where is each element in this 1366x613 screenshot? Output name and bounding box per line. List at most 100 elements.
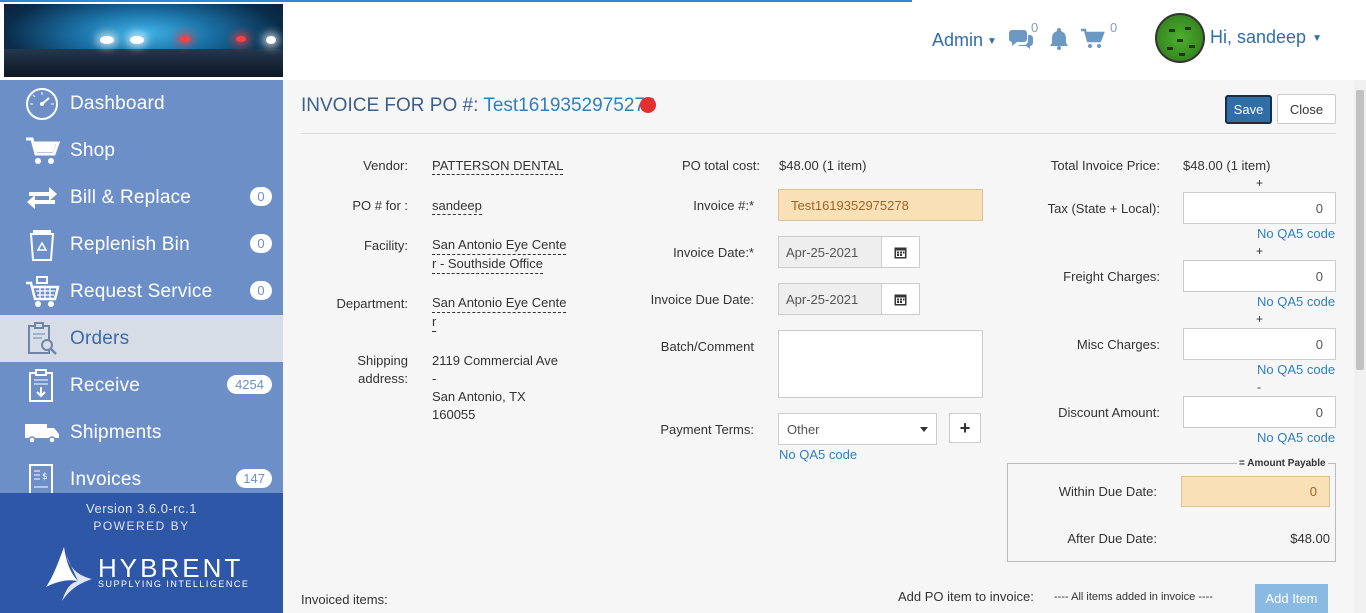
payment-terms-select[interactable]: Other [778, 413, 937, 445]
sidebar-footer: Version 3.6.0-rc.1 POWERED BY HYBRENT SU… [0, 493, 283, 613]
freight-charges-label: Freight Charges: [1063, 269, 1160, 284]
batch-comment-textarea[interactable] [778, 330, 983, 398]
after-due-date-label: After Due Date: [1067, 531, 1157, 546]
invoiced-items-label: Invoiced items: [301, 592, 388, 607]
calendar-icon[interactable] [881, 236, 920, 268]
sidebar-item-label: Orders [70, 327, 130, 349]
sidebar-item-label: Bill & Replace [70, 186, 192, 208]
shipping-label-line-1: Shipping [357, 353, 408, 368]
after-due-date-value: $48.00 [1290, 531, 1330, 546]
dashboard-icon [22, 84, 62, 124]
divider [301, 133, 1336, 134]
total-invoice-price-label: Total Invoice Price: [1050, 158, 1160, 173]
avatar[interactable] [1155, 13, 1205, 63]
plus-operator: + [1256, 312, 1264, 326]
user-menu-dropdown[interactable]: Hi, sandeep ▼ [1210, 27, 1322, 48]
po-total-value: $48.00 (1 item) [779, 158, 867, 173]
invoice-due-date-input[interactable]: Apr-25-2021 [778, 283, 882, 315]
header-banner-image [4, 4, 283, 77]
sidebar-item-shop[interactable]: Shop [0, 127, 283, 174]
loading-progress-bar [0, 0, 912, 2]
department-line-2: r [432, 313, 437, 332]
admin-menu-dropdown[interactable]: Admin ▼ [932, 30, 997, 51]
page-scrollbar[interactable] [1354, 80, 1366, 613]
cart-icon[interactable] [1080, 28, 1106, 50]
facility-line-2: r - Southside Office [432, 255, 544, 274]
admin-menu-label: Admin [932, 30, 984, 50]
po-number-link[interactable]: Test1619352975278 [483, 95, 655, 116]
sidebar: Dashboard Shop Bill & Replace 0 Replenis… [0, 80, 283, 493]
facility-line-1: San Antonio Eye Cente [432, 236, 567, 255]
chevron-down-icon: ▼ [987, 35, 997, 47]
sidebar-item-dashboard[interactable]: Dashboard [0, 80, 283, 127]
add-payment-term-button[interactable]: + [949, 413, 981, 443]
sidebar-item-label: Shop [70, 139, 116, 161]
sidebar-item-label: Invoices [70, 468, 142, 490]
receive-icon [22, 366, 62, 406]
save-button[interactable]: Save [1225, 95, 1272, 124]
department-value[interactable]: San Antonio Eye Cente r [432, 294, 572, 332]
sidebar-badge: 0 [250, 234, 272, 253]
shipping-line-3: San Antonio, TX [432, 389, 526, 404]
sidebar-item-label: Replenish Bin [70, 233, 190, 255]
freight-charges-input[interactable]: 0 [1183, 260, 1336, 292]
powered-by-text: POWERED BY [93, 519, 190, 533]
sidebar-item-replenish-bin[interactable]: Replenish Bin 0 [0, 221, 283, 268]
invoice-number-label: Invoice #:* [693, 198, 754, 213]
shipping-line-2: - [432, 371, 437, 386]
facility-label: Facility: [363, 238, 408, 253]
payment-qa5-link[interactable]: No QA5 code [779, 447, 857, 462]
svg-text:$: $ [42, 472, 48, 482]
close-button[interactable]: Close [1277, 94, 1336, 124]
sidebar-item-orders[interactable]: Orders [0, 315, 283, 362]
cart-count: 0 [1110, 20, 1118, 35]
invoice-number-input[interactable]: Test1619352975278 [778, 189, 983, 221]
tax-input[interactable]: 0 [1183, 192, 1336, 224]
invoice-icon: $ [22, 460, 62, 493]
po-item-select[interactable]: ---- All items added in invoice ---- [1054, 591, 1213, 603]
sidebar-item-label: Dashboard [70, 92, 165, 114]
recycle-bin-icon [22, 225, 62, 265]
bell-icon[interactable] [1047, 26, 1071, 50]
sidebar-item-receive[interactable]: Receive 4254 [0, 362, 283, 409]
calendar-icon[interactable] [881, 283, 920, 315]
plus-operator: + [1256, 244, 1264, 258]
within-due-date-label: Within Due Date: [1058, 484, 1157, 499]
misc-qa5-link[interactable]: No QA5 code [1257, 362, 1335, 377]
sidebar-item-invoices[interactable]: $ Invoices 147 [0, 456, 283, 493]
facility-value[interactable]: San Antonio Eye Cente r - Southside Offi… [432, 236, 572, 274]
chevron-down-icon: ▼ [1312, 32, 1322, 44]
discount-amount-input[interactable]: 0 [1183, 396, 1336, 428]
payment-terms-label: Payment Terms: [660, 422, 754, 437]
department-line-1: San Antonio Eye Cente [432, 294, 567, 313]
misc-charges-input[interactable]: 0 [1183, 328, 1336, 360]
po-for-label: PO # for : [352, 198, 408, 213]
brand-tagline: SUPPLYING INTELLIGENCE [98, 579, 250, 589]
shipping-line-1: 2119 Commercial Ave [432, 353, 558, 368]
service-cart-icon [22, 272, 62, 312]
within-due-date-input[interactable]: 0 [1181, 476, 1330, 507]
tax-qa5-link[interactable]: No QA5 code [1257, 226, 1335, 241]
sidebar-badge: 147 [236, 469, 272, 488]
sidebar-badge: 0 [250, 281, 272, 300]
sidebar-item-request-service[interactable]: Request Service 0 [0, 268, 283, 315]
tax-label: Tax (State + Local): [1047, 201, 1160, 216]
department-label: Department: [336, 296, 408, 311]
batch-comment-label: Batch/Comment [660, 339, 754, 354]
truck-icon [22, 413, 62, 453]
misc-charges-label: Misc Charges: [1076, 337, 1160, 352]
freight-qa5-link[interactable]: No QA5 code [1257, 294, 1335, 309]
cart-icon [22, 131, 62, 171]
sidebar-item-shipments[interactable]: Shipments [0, 409, 283, 456]
invoice-date-input[interactable]: Apr-25-2021 [778, 236, 882, 268]
po-total-label: PO total cost: [681, 158, 760, 173]
add-item-button[interactable]: Add Item [1255, 584, 1328, 613]
vendor-value[interactable]: PATTERSON DENTAL [432, 158, 564, 175]
discount-qa5-link[interactable]: No QA5 code [1257, 430, 1335, 445]
sidebar-badge: 0 [250, 187, 272, 206]
scrollbar-thumb[interactable] [1356, 90, 1364, 370]
po-for-value[interactable]: sandeep [432, 198, 482, 215]
sidebar-badge: 4254 [227, 375, 272, 394]
sidebar-item-bill-replace[interactable]: Bill & Replace 0 [0, 174, 283, 221]
shipping-address-value: 2119 Commercial Ave - San Antonio, TX 16… [432, 352, 582, 424]
